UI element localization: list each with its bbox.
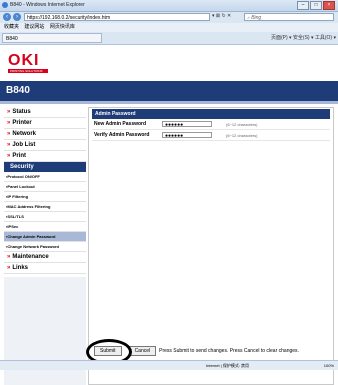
window-title: B840 - Windows Internet Explorer (10, 2, 85, 8)
verify-password-label: Verify Admin Password (94, 132, 150, 138)
bullet-icon: » (7, 142, 11, 148)
logo-text: OKI (8, 52, 40, 69)
sidebar-sub-ip-filtering[interactable]: ▪IP Filtering (4, 192, 86, 202)
sidebar-item-status[interactable]: » Status (4, 107, 86, 118)
header-stripe (0, 101, 338, 104)
verify-password-hint: (6~12 characters) (226, 132, 258, 138)
sidebar-sub-panel-lockout[interactable]: ▪Panel Lockout (4, 182, 86, 192)
action-instructions: Press Submit to send changes. Press Canc… (159, 348, 299, 354)
new-password-hint: (6~12 characters) (226, 121, 258, 127)
tab-b840[interactable]: B840 (2, 33, 102, 43)
verify-password-input[interactable]: ●●●●●● (162, 132, 212, 139)
tab-bar: B840 页面(P) ▾ 安全(S) ▾ 工具(O) ▾ (0, 32, 338, 45)
bullet-icon: » (7, 131, 11, 137)
sidebar-sub-label: Change Network Password (7, 244, 59, 249)
ie-logo-icon (2, 2, 8, 8)
sidebar-item-print[interactable]: » Print (4, 151, 86, 162)
new-password-input[interactable]: ●●●●●● (162, 121, 212, 128)
sidebar-item-label: Links (12, 265, 29, 271)
sidebar-item-label: Print (12, 153, 27, 159)
close-icon[interactable]: × (323, 1, 335, 10)
sidebar-item-label: Printer (12, 120, 32, 126)
forward-button[interactable]: › (13, 13, 21, 21)
sidebar-sub-label: MAC Address Filtering (7, 204, 51, 209)
favorites-bar: 收藏夹 建议网站 网页快讯库 (0, 23, 338, 32)
sidebar-sub-protocol[interactable]: ▪Protocol ON/OFF (4, 172, 86, 182)
action-bar: Submit Cancel Press Submit to send chang… (86, 339, 334, 365)
bullet-icon: » (7, 153, 11, 159)
bullet-icon: » (7, 265, 11, 271)
sidebar-sub-label: Panel Lockout (7, 184, 35, 189)
sidebar-item-label: Job List (12, 142, 36, 148)
sidebar-item-label: Status (12, 109, 31, 115)
cancel-button[interactable]: Cancel (128, 346, 157, 356)
new-password-label: New Admin Password (94, 121, 147, 127)
sidebar-sub-label: Protocol ON/OFF (7, 174, 40, 179)
page-content: OKI PRINTING SOLUTIONS B840 » Status » Pri… (0, 45, 338, 385)
form-row: New Admin Password ●●●●●● (6~12 characte… (92, 119, 330, 130)
window-controls: – □ × (297, 1, 335, 10)
sidebar-sub-label: IPSec (7, 224, 19, 229)
sidebar-item-label: Maintenance (12, 254, 49, 260)
sidebar-sub-ssl-tls[interactable]: ▪SSL/TLS (4, 212, 86, 222)
sidebar-sub-mac-filtering[interactable]: ▪MAC Address Filtering (4, 202, 86, 212)
form-row: Verify Admin Password ●●●●●● (6~12 chara… (92, 130, 330, 141)
sidebar-section-security[interactable]: Security (4, 162, 86, 172)
sidebar-sub-label: IP Filtering (7, 194, 29, 199)
browser-title-bar: B840 - Windows Internet Explorer – □ × (0, 0, 338, 12)
bullet-icon: » (7, 109, 11, 115)
maximize-icon[interactable]: □ (310, 1, 322, 10)
model-name: B840 (6, 85, 30, 96)
address-bar: ‹ › https://192.168.0.2/security/index.h… (0, 12, 338, 23)
sidebar-item-label: Network (12, 131, 37, 137)
admin-password-panel: Admin Password New Admin Password ●●●●●●… (92, 109, 330, 141)
submit-wrap: Submit (86, 339, 132, 365)
panel-title: Admin Password (92, 109, 330, 119)
search-input[interactable]: ⌕ Bing (244, 13, 334, 21)
sidebar-sub-change-network-password[interactable]: ▪Change Network Password (4, 242, 86, 252)
sidebar-sub-label: SSL/TLS (7, 214, 24, 219)
sidebar-sub-label: Change Admin Password (7, 234, 56, 239)
sidebar-item-network[interactable]: » Network (4, 129, 86, 140)
search-placeholder: Bing (251, 15, 262, 21)
url-input[interactable]: https://192.168.0.2/security/index.htm (24, 13, 210, 21)
sidebar-sub-change-admin-password[interactable]: ▪Change Admin Password (4, 232, 86, 242)
sidebar-item-links[interactable]: » Links (4, 263, 86, 274)
favorites-item-2[interactable]: 网页快讯库 (50, 24, 75, 30)
minimize-icon[interactable]: – (297, 1, 309, 10)
logo-tagline: PRINTING SOLUTIONS (8, 69, 48, 73)
bullet-icon: » (7, 254, 11, 260)
sidebar-item-printer[interactable]: » Printer (4, 118, 86, 129)
bullet-icon: » (7, 120, 11, 126)
model-header: B840 (0, 81, 338, 101)
back-button[interactable]: ‹ (3, 13, 11, 21)
sidebar-nav: » Status » Printer » Network » Job List » Pri… (4, 107, 86, 274)
sidebar-sub-ipsec[interactable]: ▪IPSec (4, 222, 86, 232)
refresh-stop-icons[interactable]: ▾ ⊠ ↻ ✕ (212, 13, 231, 19)
sidebar-item-maintenance[interactable]: » Maintenance (4, 252, 86, 263)
sidebar-item-job-list[interactable]: » Job List (4, 140, 86, 151)
command-bar[interactable]: 页面(P) ▾ 安全(S) ▾ 工具(O) ▾ (271, 34, 336, 41)
favorites-button[interactable]: 收藏夹 (4, 24, 19, 30)
favorites-item-1[interactable]: 建议网站 (24, 24, 44, 30)
oki-logo: OKI PRINTING SOLUTIONS (8, 53, 48, 73)
